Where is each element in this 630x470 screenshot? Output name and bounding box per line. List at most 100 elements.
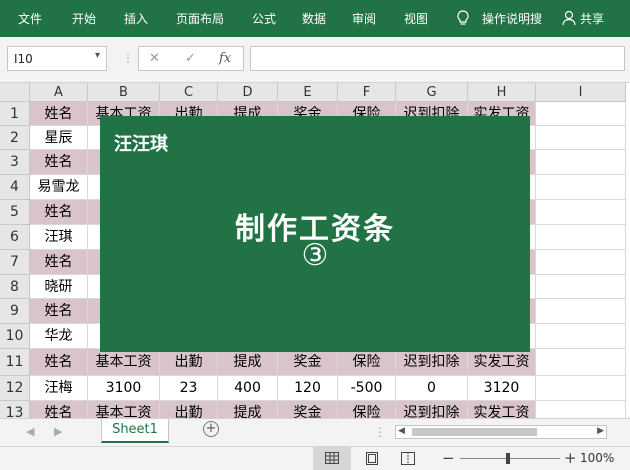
row-header[interactable]: 2 bbox=[0, 126, 30, 150]
row-header[interactable]: 7 bbox=[0, 250, 30, 275]
zoom-slider[interactable] bbox=[460, 458, 560, 459]
cell-c13[interactable]: 出勤 bbox=[160, 401, 218, 418]
cell-f11[interactable]: 保险 bbox=[338, 349, 396, 376]
tab-data[interactable]: 数据 bbox=[302, 10, 326, 27]
row-header[interactable]: 5 bbox=[0, 200, 30, 225]
zoom-slider-thumb[interactable] bbox=[506, 453, 510, 464]
column-header-f[interactable]: F bbox=[338, 83, 396, 102]
cell-a3[interactable]: 姓名 bbox=[30, 150, 88, 175]
cell-c11[interactable]: 出勤 bbox=[160, 349, 218, 376]
cell-i10[interactable] bbox=[536, 324, 626, 349]
page-break-view-icon[interactable] bbox=[401, 452, 415, 465]
column-header-a[interactable]: A bbox=[30, 83, 88, 102]
cell-i4[interactable] bbox=[536, 175, 626, 200]
cell-b12[interactable]: 3100 bbox=[88, 376, 160, 401]
tab-insert[interactable]: 插入 bbox=[124, 10, 148, 27]
cell-a5[interactable]: 姓名 bbox=[30, 200, 88, 225]
name-box[interactable]: I10 ▾ bbox=[7, 46, 107, 71]
tab-page-layout[interactable]: 页面布局 bbox=[176, 10, 224, 27]
normal-view-button[interactable] bbox=[313, 447, 351, 470]
cell-d13[interactable]: 提成 bbox=[218, 401, 278, 418]
cell-i9[interactable] bbox=[536, 299, 626, 324]
zoom-in-button[interactable]: + bbox=[564, 449, 577, 467]
cell-e12[interactable]: 120 bbox=[278, 376, 338, 401]
formula-input[interactable] bbox=[250, 46, 625, 71]
column-header-h[interactable]: H bbox=[468, 83, 536, 102]
zoom-out-button[interactable]: − bbox=[442, 449, 455, 467]
cell-e11[interactable]: 奖金 bbox=[278, 349, 338, 376]
cell-i1[interactable] bbox=[536, 102, 626, 126]
horizontal-scrollbar[interactable]: ◀ ▶ bbox=[395, 425, 607, 439]
cell-i8[interactable] bbox=[536, 275, 626, 299]
cancel-icon[interactable]: ✕ bbox=[149, 51, 160, 66]
cell-i6[interactable] bbox=[536, 225, 626, 250]
cell-i11[interactable] bbox=[536, 349, 626, 376]
chevron-down-icon[interactable]: ▾ bbox=[95, 50, 100, 61]
cell-b11[interactable]: 基本工资 bbox=[88, 349, 160, 376]
cell-a11[interactable]: 姓名 bbox=[30, 349, 88, 376]
row-header[interactable]: 9 bbox=[0, 299, 30, 324]
cell-h13[interactable]: 实发工资 bbox=[468, 401, 536, 418]
sheet-tab-sheet1[interactable]: Sheet1 bbox=[101, 419, 169, 443]
tab-view[interactable]: 视图 bbox=[404, 10, 428, 27]
column-header-g[interactable]: G bbox=[396, 83, 468, 102]
next-sheet-icon[interactable]: ▶ bbox=[54, 425, 62, 438]
cell-e13[interactable]: 奖金 bbox=[278, 401, 338, 418]
row-header[interactable]: 8 bbox=[0, 275, 30, 299]
cell-a8[interactable]: 晓研 bbox=[30, 275, 88, 299]
column-header-d[interactable]: D bbox=[218, 83, 278, 102]
row-header[interactable]: 11 bbox=[0, 349, 30, 376]
cell-f12[interactable]: -500 bbox=[338, 376, 396, 401]
tab-file[interactable]: 文件 bbox=[18, 10, 42, 27]
tell-me-search[interactable]: 操作说明搜 bbox=[482, 10, 542, 27]
cell-a1[interactable]: 姓名 bbox=[30, 102, 88, 126]
row-header[interactable]: 3 bbox=[0, 150, 30, 175]
page-layout-view-icon[interactable] bbox=[366, 452, 378, 465]
insert-function-icon[interactable]: fx bbox=[219, 51, 231, 66]
add-sheet-icon[interactable]: + bbox=[203, 421, 219, 437]
cell-b13[interactable]: 基本工资 bbox=[88, 401, 160, 418]
cell-a10[interactable]: 华龙 bbox=[30, 324, 88, 349]
prev-sheet-icon[interactable]: ◀ bbox=[26, 425, 34, 438]
row-header[interactable]: 13 bbox=[0, 401, 30, 418]
cell-c12[interactable]: 23 bbox=[160, 376, 218, 401]
scroll-thumb[interactable] bbox=[412, 428, 537, 436]
column-header-i[interactable]: I bbox=[536, 83, 626, 102]
cell-i13[interactable] bbox=[536, 401, 626, 418]
select-all-corner[interactable] bbox=[0, 83, 30, 102]
tab-home[interactable]: 开始 bbox=[72, 10, 96, 27]
row-header[interactable]: 1 bbox=[0, 102, 30, 126]
share-button[interactable]: 共享 bbox=[580, 10, 604, 27]
cell-i7[interactable] bbox=[536, 250, 626, 275]
cell-h12[interactable]: 3120 bbox=[468, 376, 536, 401]
cell-a2[interactable]: 星辰 bbox=[30, 126, 88, 150]
tab-splitter-icon[interactable]: ⋮ bbox=[374, 425, 386, 439]
tab-review[interactable]: 审阅 bbox=[352, 10, 376, 27]
row-header[interactable]: 10 bbox=[0, 324, 30, 349]
cell-a12[interactable]: 汪梅 bbox=[30, 376, 88, 401]
column-header-b[interactable]: B bbox=[88, 83, 160, 102]
column-header-c[interactable]: C bbox=[160, 83, 218, 102]
cell-a13[interactable]: 姓名 bbox=[30, 401, 88, 418]
cell-d11[interactable]: 提成 bbox=[218, 349, 278, 376]
cell-i5[interactable] bbox=[536, 200, 626, 225]
scroll-left-icon[interactable]: ◀ bbox=[398, 426, 405, 436]
cell-d12[interactable]: 400 bbox=[218, 376, 278, 401]
row-header[interactable]: 4 bbox=[0, 175, 30, 200]
cell-g11[interactable]: 迟到扣除 bbox=[396, 349, 468, 376]
cell-a6[interactable]: 汪琪 bbox=[30, 225, 88, 250]
tab-formulas[interactable]: 公式 bbox=[252, 10, 276, 27]
cell-i2[interactable] bbox=[536, 126, 626, 150]
cell-a7[interactable]: 姓名 bbox=[30, 250, 88, 275]
column-header-e[interactable]: E bbox=[278, 83, 338, 102]
cell-f13[interactable]: 保险 bbox=[338, 401, 396, 418]
cell-i3[interactable] bbox=[536, 150, 626, 175]
cell-a9[interactable]: 姓名 bbox=[30, 299, 88, 324]
row-header[interactable]: 6 bbox=[0, 225, 30, 250]
cell-h11[interactable]: 实发工资 bbox=[468, 349, 536, 376]
cell-i12[interactable] bbox=[536, 376, 626, 401]
row-header[interactable]: 12 bbox=[0, 376, 30, 401]
cell-g12[interactable]: 0 bbox=[396, 376, 468, 401]
cell-a4[interactable]: 易雪龙 bbox=[30, 175, 88, 200]
enter-icon[interactable]: ✓ bbox=[185, 51, 196, 66]
